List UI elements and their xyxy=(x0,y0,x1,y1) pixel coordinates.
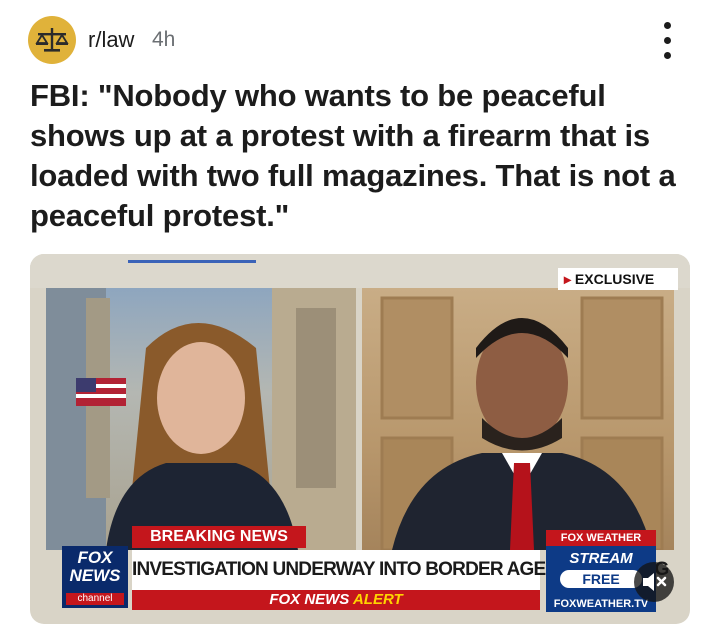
play-triangle-icon: ▸ xyxy=(564,271,575,287)
video-player[interactable]: ▸ EXCLUSIVE FOX NEWS channel BREAKING NE… xyxy=(30,254,690,624)
post-header: r/law 4h xyxy=(28,16,700,66)
subreddit-avatar[interactable] xyxy=(28,16,76,64)
speaker-muted-icon xyxy=(643,573,667,591)
mute-button[interactable] xyxy=(634,562,674,602)
subreddit-name[interactable]: r/law xyxy=(88,27,134,53)
post-timestamp: 4h xyxy=(152,28,176,51)
post-title[interactable]: FBI: "Nobody who wants to be peaceful sh… xyxy=(30,76,700,236)
breaking-news-banner: BREAKING NEWS xyxy=(132,526,306,548)
scales-of-justice-icon xyxy=(35,28,69,52)
fox-news-logo: FOX NEWS channel xyxy=(62,546,128,608)
exclusive-badge: ▸ EXCLUSIVE xyxy=(558,268,678,290)
headline-chyron: INVESTIGATION UNDERWAY INTO BORDER AGENT… xyxy=(132,550,669,590)
alert-ticker: FOX NEWS ALERT xyxy=(132,590,540,610)
anchor-video-pane xyxy=(46,288,356,550)
vertical-dots-icon[interactable] xyxy=(658,20,678,62)
guest-video-pane xyxy=(362,288,674,550)
